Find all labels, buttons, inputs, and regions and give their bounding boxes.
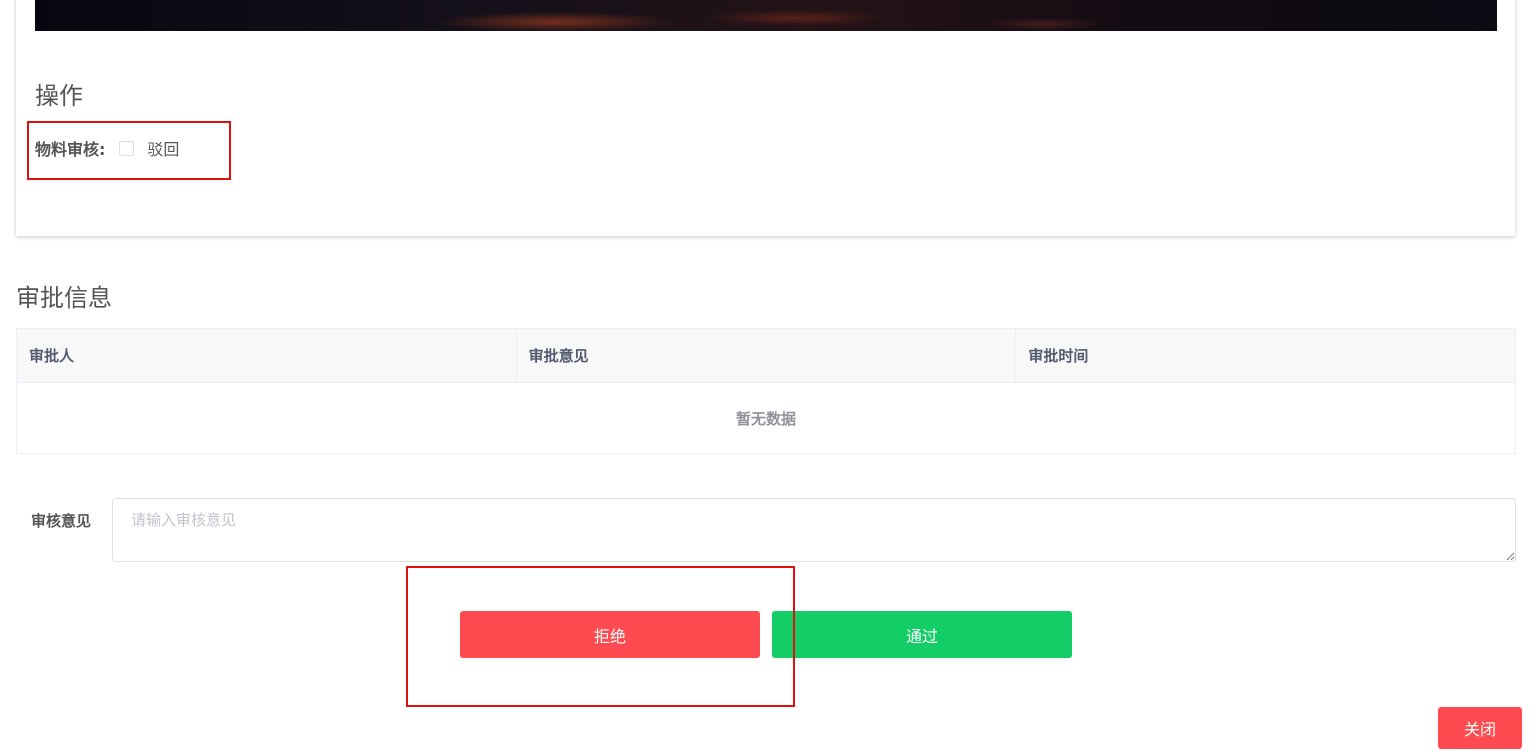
operations-title: 操作 [35, 82, 83, 110]
detail-card [16, 0, 1515, 236]
approval-table: 审批人 审批意见 审批时间 暂无数据 [16, 328, 1516, 454]
hero-image [35, 0, 1497, 31]
approval-info-title: 审批信息 [16, 284, 112, 312]
table-header: 审批人 审批意见 审批时间 [17, 329, 1515, 383]
highlight-box-material-review [27, 121, 231, 180]
column-header-approver: 审批人 [17, 329, 517, 382]
review-opinion-input[interactable] [112, 498, 1516, 562]
pass-button[interactable]: 通过 [772, 611, 1072, 658]
column-header-opinion: 审批意见 [517, 329, 1017, 382]
page: 操作 物料审核: 驳回 审批信息 审批人 审批意见 审批时间 暂无数据 审核意见… [0, 0, 1540, 756]
close-button[interactable]: 关闭 [1438, 707, 1522, 749]
column-header-time: 审批时间 [1028, 347, 1089, 365]
review-opinion-label: 审核意见 [31, 512, 92, 530]
highlight-box-reject [406, 566, 795, 707]
table-empty-text: 暂无数据 [735, 410, 796, 428]
